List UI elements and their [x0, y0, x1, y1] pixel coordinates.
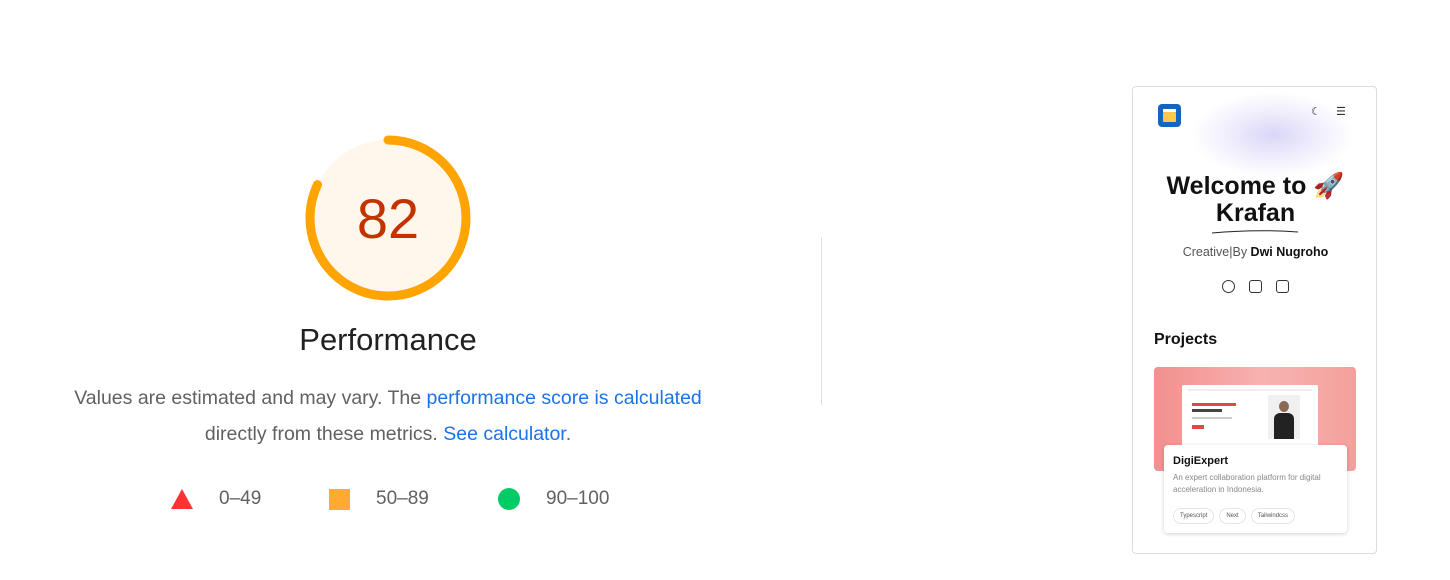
description-text: Values are estimated and may vary. The [74, 387, 427, 409]
legend-item-fail: 0–49 [171, 485, 261, 513]
see-calculator-link[interactable]: See calculator [443, 423, 566, 445]
social-links [1133, 280, 1376, 298]
site-logo-icon [1158, 104, 1181, 127]
linkedin-icon [1276, 280, 1289, 293]
performance-score-link[interactable]: performance score is calculated [426, 387, 701, 409]
rocket-icon: 🚀 [1313, 172, 1345, 200]
projects-heading: Projects [1154, 331, 1218, 348]
description-text: directly from these metrics. [204, 423, 444, 445]
tag-next: Next [1219, 508, 1246, 524]
legend-label: 90–100 [546, 488, 610, 509]
score-title: Performance [299, 322, 477, 357]
project-tags: Typescript Next Tailwindcss [1173, 508, 1300, 524]
project-card: DigiExpert An expert collaboration platf… [1164, 445, 1347, 533]
background-glow [1193, 93, 1353, 177]
circle-icon [498, 488, 520, 510]
moon-icon: ☾ [1311, 106, 1321, 118]
square-icon [329, 488, 350, 510]
description-period: . [565, 423, 572, 445]
github-icon [1222, 280, 1235, 293]
section-divider [821, 237, 822, 405]
tag-typescript: Typescript [1173, 508, 1215, 524]
menu-icon: ☰ [1336, 106, 1346, 118]
final-screenshot-thumbnail[interactable]: ☾ ☰ Welcome to 🚀 Krafan Creative|By Dwi N… [1132, 86, 1377, 554]
performance-score-gauge: 82 [300, 130, 476, 306]
legend-label: 0–49 [219, 488, 262, 509]
legend-item-average: 50–89 [329, 485, 429, 513]
project-description: An expert collaboration platform for dig… [1173, 473, 1321, 494]
project-title: DigiExpert [1173, 455, 1229, 467]
site-byline: Creative|By Dwi Nugroho [1182, 245, 1329, 259]
instagram-icon [1249, 280, 1262, 293]
legend-label: 50–89 [376, 488, 429, 509]
site-title: Welcome to 🚀 Krafan [1166, 172, 1345, 227]
title-underline [1211, 230, 1299, 234]
tag-tailwindcss: Tailwindcss [1250, 508, 1296, 524]
score-value: 82 [356, 186, 420, 250]
triangle-icon [171, 489, 193, 509]
score-description: Values are estimated and may vary. The p… [40, 380, 736, 452]
legend-item-pass: 90–100 [498, 485, 609, 513]
